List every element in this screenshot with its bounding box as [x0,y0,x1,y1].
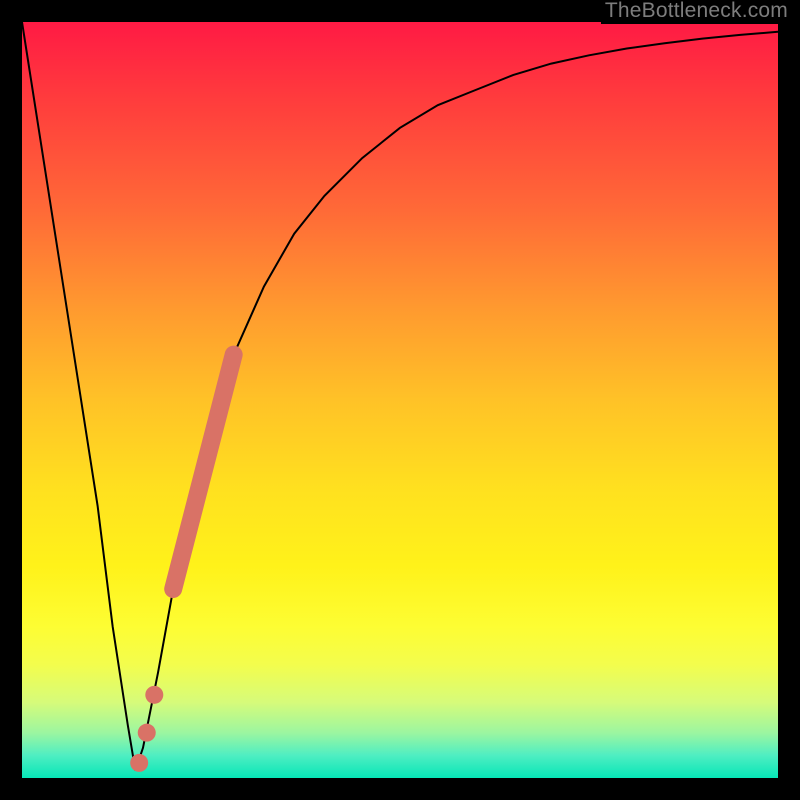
highlight-segment [173,355,233,589]
plot-area [22,22,778,778]
bottleneck-curve [22,22,778,770]
highlight-dot-3 [130,754,148,772]
watermark-text: TheBottleneck.com [601,0,788,24]
highlight-dot-2 [138,724,156,742]
chart-svg [22,22,778,778]
highlight-dot-1 [145,686,163,704]
chart-frame: TheBottleneck.com [0,0,800,800]
